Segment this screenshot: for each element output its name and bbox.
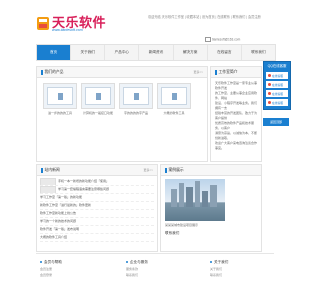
footer-heading: 企业与服务	[126, 258, 181, 266]
news-item[interactable]: 手机一本一新增的新功能介绍「使用」	[40, 178, 154, 186]
nav-item-about[interactable]: 关于我们	[71, 45, 106, 60]
brand-subtitle: www.tianlesoft.com	[52, 28, 83, 32]
footer-heading: 会员与帮助	[40, 258, 95, 266]
case-caption: 某某某城市建设项目展示	[165, 223, 199, 227]
qq-icon	[268, 92, 271, 95]
qq-icon	[268, 74, 271, 77]
news-item[interactable]: 软件开发「第一版」发布说明	[40, 226, 154, 234]
intro-panel: 工作室简介 天乐软件工作室是一家专业从事软件开发 的工作室，主要从事企业应用软件…	[210, 66, 262, 162]
footer-link[interactable]: 会员登录	[40, 272, 95, 278]
cases-header: 案例展示	[161, 165, 261, 176]
product-label: 计算机的一般接口功能	[82, 111, 113, 115]
footer-link[interactable]: 联系我们	[126, 272, 181, 278]
product-item[interactable]: 大概的软件工具	[157, 83, 191, 115]
intro-text: 天乐软件工作室是一家专业从事软件开发 的工作室，主要从事企业应用软件、网站 建设…	[211, 78, 261, 154]
header-bar	[41, 167, 43, 173]
back-to-top-button[interactable]: 返回顶部	[263, 118, 289, 126]
news-title: 站内新闻	[44, 167, 60, 172]
qq-service-button[interactable]: 在线客服	[266, 81, 288, 88]
qq-service-button[interactable]: 在线客服	[266, 72, 288, 79]
news-item[interactable]: 学习的一个新的技术的问题	[40, 218, 154, 226]
brand-logo[interactable]: 天乐软件 www.tianlesoft.com	[36, 12, 106, 40]
intro-line: 天乐软件工作室是一家专业从事软件开发	[215, 81, 258, 90]
nav-item-message[interactable]: 在线留言	[208, 45, 242, 60]
bullet-icon	[126, 261, 128, 263]
news-thumbnail	[40, 186, 56, 193]
products-more-link[interactable]: 更多>>	[193, 70, 203, 74]
news-list: 手机一本一新增的新功能介绍「使用」 学习第一套编程语言需要注意哪些问题 学习工作…	[37, 176, 157, 244]
footer-column: 企业与服务 服务条款 联系我们	[126, 258, 181, 278]
news-item[interactable]: 新软件工作室「进行最新的」软件更新	[40, 202, 154, 210]
contact-panel-title: 联系我们	[165, 231, 180, 235]
news-item[interactable]: 学习第一套编程语言需要注意哪些问题	[40, 186, 154, 194]
footer-column: 关于我们 关于我们 联系我们	[210, 258, 265, 278]
top-links[interactable]: 欢迎光临 天乐软件工作室 | 收藏本站 | 设为首页 | 在线联系 | 联系我们…	[148, 14, 261, 19]
news-panel: 站内新闻 更多>> 手机一本一新增的新功能介绍「使用」 学习第一套编程语言需要注…	[36, 164, 158, 252]
footer-heading: 关于我们	[210, 258, 265, 266]
nav-item-contact[interactable]: 联系我们	[242, 45, 275, 60]
intro-header: 工作室简介	[211, 67, 261, 78]
cases-title: 案例展示	[168, 167, 184, 172]
intro-line: 满意为宗旨，以诚信为本，不断创新进取，	[215, 131, 258, 140]
nav-item-products[interactable]: 产品中心	[105, 45, 140, 60]
cases-panel: 案例展示 某某某城市建设项目展示 联系我们	[160, 164, 262, 252]
qq-service-button[interactable]: 在线客服	[266, 90, 288, 97]
email-text: tianlesoft@163.com	[212, 37, 241, 42]
products-title: 我们的产品	[44, 69, 64, 74]
brand-logo-icon	[37, 17, 49, 30]
product-item[interactable]: 计算机的一般接口功能	[81, 83, 115, 115]
mail-icon	[205, 37, 211, 42]
bullet-icon	[210, 261, 212, 263]
product-thumbnail	[43, 83, 77, 109]
header-bar	[165, 167, 167, 173]
footer-link[interactable]: 联系我们	[210, 272, 265, 278]
qq-service-float: QQ在线客服 在线客服 在线客服 在线客服 在线客服	[263, 61, 291, 110]
main-nav: 首页 关于我们 产品中心 新闻资讯 解决方案 在线留言 联系我们	[36, 44, 276, 61]
intro-line: 建设、小程序开发等业务。我们拥有一支	[215, 101, 258, 110]
product-thumbnail	[157, 83, 191, 109]
product-list: 进一步的的的工具 计算机的一般接口功能 字的的的的字产品 大概的软件工具	[43, 83, 191, 115]
qq-icon	[268, 101, 271, 104]
product-thumbnail	[81, 83, 115, 109]
news-header: 站内新闻 更多>>	[37, 165, 157, 176]
news-thumbnail	[40, 178, 56, 185]
case-image[interactable]	[165, 179, 225, 221]
intro-line: 的工作室，主要从事企业应用软件、网站	[215, 91, 258, 100]
product-label: 字的的的的字产品	[123, 111, 148, 115]
news-item[interactable]: 大概的软件工具介绍	[40, 234, 154, 242]
footer-divider	[36, 253, 274, 254]
header-bar	[41, 69, 43, 75]
news-more-link[interactable]: 更多>>	[143, 168, 153, 172]
qq-service-button[interactable]: 在线客服	[266, 99, 288, 106]
news-item[interactable]: 学习工作室「第一版」的新功能	[40, 194, 154, 202]
product-item[interactable]: 进一步的的的工具	[43, 83, 77, 115]
intro-line: 经验丰富的开发团队，致力于为客户提供	[215, 111, 258, 120]
header-bar	[215, 69, 217, 75]
product-label: 大概的软件工具	[163, 111, 185, 115]
news-item[interactable]: 软件工作室新功能上线公告	[40, 210, 154, 218]
contact-email[interactable]: tianlesoft@163.com	[205, 37, 240, 42]
product-item[interactable]: 字的的的的字产品	[119, 83, 153, 115]
intro-line: 优质高效的软件产品和技术服务，以客户	[215, 121, 255, 130]
product-thumbnail	[119, 83, 153, 109]
nav-item-news[interactable]: 新闻资讯	[139, 45, 174, 60]
bullet-icon	[40, 261, 42, 263]
product-label: 进一步的的的工具	[47, 111, 72, 115]
nav-item-solutions[interactable]: 解决方案	[174, 45, 208, 60]
qq-service-title: QQ在线客服	[267, 64, 287, 68]
products-header: 我们的产品 更多>>	[37, 67, 207, 78]
intro-line: 欢迎广大客户来电咨询洽谈合作事宜。	[215, 141, 258, 150]
qq-icon	[268, 83, 271, 86]
footer-column: 会员与帮助 会员注册 会员登录	[40, 258, 95, 278]
products-panel: 我们的产品 更多>> 进一步的的的工具 计算机的一般接口功能 字的的的的字产品 …	[36, 66, 208, 162]
intro-title: 工作室简介	[218, 69, 238, 74]
nav-item-home[interactable]: 首页	[37, 45, 72, 60]
